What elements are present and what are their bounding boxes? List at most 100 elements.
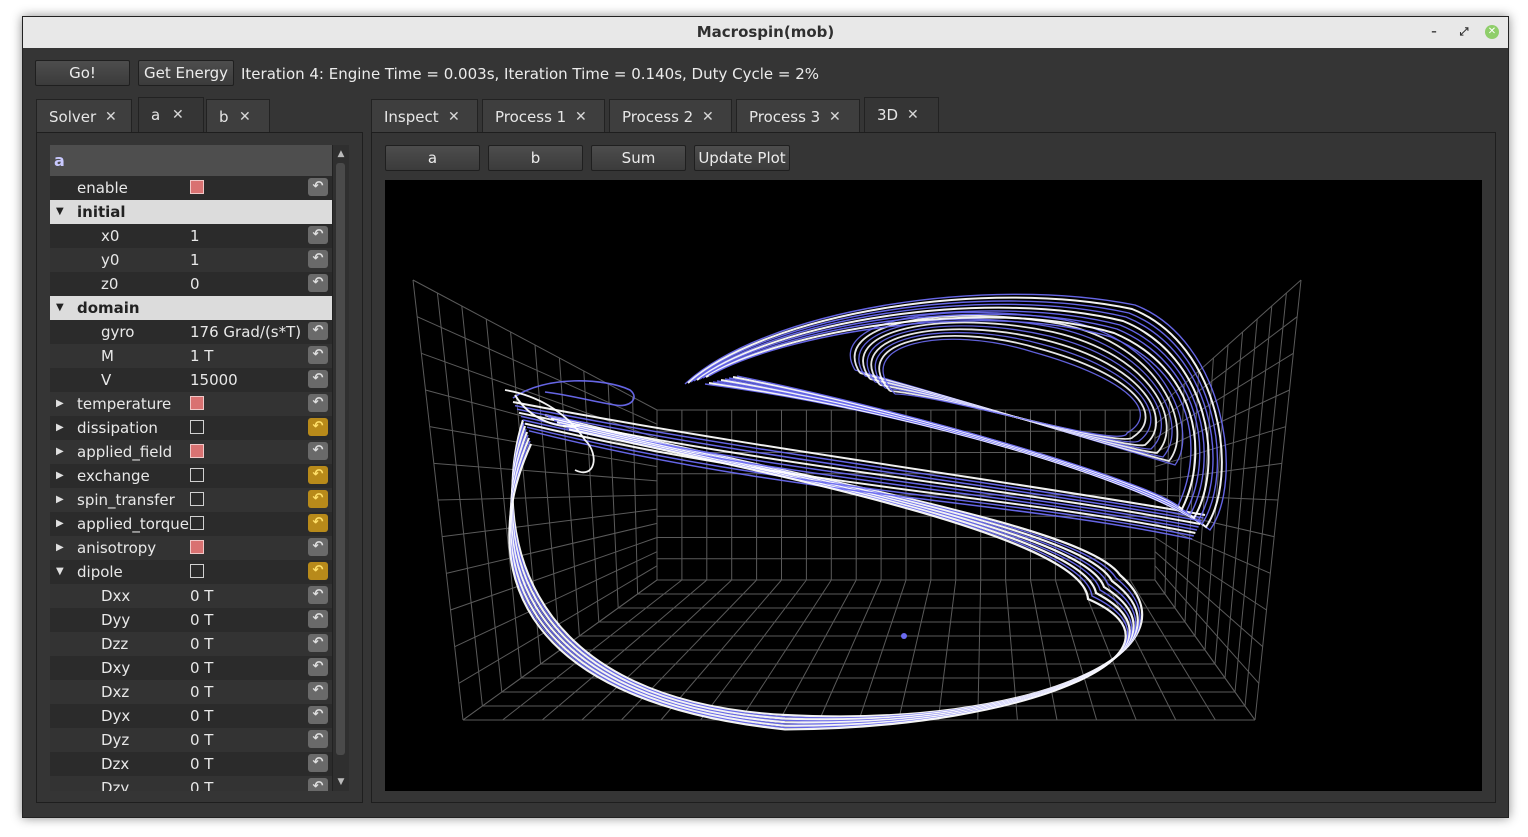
reset-icon[interactable]: ↶ [308,610,328,628]
reset-icon[interactable]: ↶ [308,322,328,340]
row-value[interactable]: 0 T [190,632,213,656]
tree-row-dzy[interactable]: Dzy 0 T ↶ [50,776,332,791]
reset-icon[interactable]: ↶ [308,250,328,268]
row-value[interactable]: 0 T [190,776,213,791]
reset-icon[interactable]: ↶ [308,538,328,556]
tree-row-x0[interactable]: x0 1 ↶ [50,224,332,248]
reset-icon[interactable]: ↶ [308,514,328,532]
tab-3d[interactable]: 3D ✕ [864,97,939,133]
collapse-arrow-icon[interactable]: ▼ [56,296,64,320]
3d-plot-canvas[interactable] [385,180,1482,791]
reset-icon[interactable]: ↶ [308,682,328,700]
close-tab-icon[interactable]: ✕ [702,100,714,134]
reset-icon[interactable]: ↶ [308,634,328,652]
tab-solver[interactable]: Solver ✕ [36,99,132,133]
expand-arrow-icon[interactable]: ▶ [56,392,64,416]
row-value[interactable]: 0 [190,272,200,296]
reset-icon[interactable]: ↶ [308,466,328,484]
tree-row-enable[interactable]: enable ↶ [50,176,332,200]
expand-arrow-icon[interactable]: ▶ [56,416,64,440]
tree-row-v[interactable]: V 15000 ↶ [50,368,332,392]
reset-icon[interactable]: ↶ [308,442,328,460]
scrollbar-thumb[interactable] [336,163,345,755]
go-button[interactable]: Go! [35,60,130,86]
reset-icon[interactable]: ↶ [308,394,328,412]
close-tab-icon[interactable]: ✕ [575,100,587,134]
dipole-checkbox[interactable] [190,564,204,578]
expand-arrow-icon[interactable]: ▶ [56,536,64,560]
row-value[interactable]: 0 T [190,608,213,632]
enable-checkbox[interactable] [190,180,204,194]
row-value[interactable]: 0 T [190,656,213,680]
tree-row-dzz[interactable]: Dzz 0 T ↶ [50,632,332,656]
sum-button[interactable]: Sum [591,145,686,171]
close-tab-icon[interactable]: ✕ [829,100,841,134]
tree-row-m[interactable]: M 1 T ↶ [50,344,332,368]
tab-b[interactable]: b ✕ [206,99,270,133]
plot-a-button[interactable]: a [385,145,480,171]
reset-icon[interactable]: ↶ [308,490,328,508]
tree-row-temperature[interactable]: ▶ temperature ↶ [50,392,332,416]
tab-process-3[interactable]: Process 3 ✕ [736,99,860,133]
row-value[interactable]: 176 Grad/(s*T) [190,320,301,344]
temperature-checkbox[interactable] [190,396,204,410]
tree-row-y0[interactable]: y0 1 ↶ [50,248,332,272]
row-value[interactable]: 0 T [190,584,213,608]
expand-arrow-icon[interactable]: ▶ [56,488,64,512]
row-value[interactable]: 1 [190,224,200,248]
reset-icon[interactable]: ↶ [308,586,328,604]
tree-row-dxx[interactable]: Dxx 0 T ↶ [50,584,332,608]
expand-arrow-icon[interactable]: ▶ [56,512,64,536]
tree-row-spin-transfer[interactable]: ▶ spin_transfer ↶ [50,488,332,512]
row-value[interactable]: 1 T [190,344,213,368]
reset-icon[interactable]: ↶ [308,370,328,388]
expand-arrow-icon[interactable]: ▶ [56,464,64,488]
tree-row-dxy[interactable]: Dxy 0 T ↶ [50,656,332,680]
tab-a[interactable]: a ✕ [138,97,204,133]
tree-row-dyx[interactable]: Dyx 0 T ↶ [50,704,332,728]
scroll-up-icon[interactable]: ▲ [333,147,349,161]
tree-row-exchange[interactable]: ▶ exchange ↶ [50,464,332,488]
row-value[interactable]: 15000 [190,368,238,392]
row-value[interactable]: 0 T [190,680,213,704]
get-energy-button[interactable]: Get Energy [138,60,234,86]
reset-icon[interactable]: ↶ [308,226,328,244]
reset-icon[interactable]: ↶ [308,778,328,791]
tab-inspect[interactable]: Inspect ✕ [371,99,478,133]
reset-icon[interactable]: ↶ [308,730,328,748]
reset-icon[interactable]: ↶ [308,754,328,772]
tree-group-initial[interactable]: ▼ initial [50,200,332,224]
close-tab-icon[interactable]: ✕ [239,100,251,134]
row-value[interactable]: 0 T [190,728,213,752]
close-icon[interactable]: ✕ [1485,25,1499,39]
applied-torque-checkbox[interactable] [190,516,204,530]
tree-row-gyro[interactable]: gyro 176 Grad/(s*T) ↶ [50,320,332,344]
anisotropy-checkbox[interactable] [190,540,204,554]
tree-scrollbar[interactable]: ▲ ▼ [332,145,349,791]
close-tab-icon[interactable]: ✕ [907,98,919,132]
reset-icon[interactable]: ↶ [308,418,328,436]
row-value[interactable]: 0 T [190,752,213,776]
spin-transfer-checkbox[interactable] [190,492,204,506]
row-value[interactable]: 0 T [190,704,213,728]
tree-row-anisotropy[interactable]: ▶ anisotropy ↶ [50,536,332,560]
tab-process-2[interactable]: Process 2 ✕ [609,99,732,133]
update-plot-button[interactable]: Update Plot [694,145,790,171]
tree-row-dyy[interactable]: Dyy 0 T ↶ [50,608,332,632]
tree-row-z0[interactable]: z0 0 ↶ [50,272,332,296]
close-tab-icon[interactable]: ✕ [105,100,117,134]
expand-arrow-icon[interactable]: ▶ [56,440,64,464]
reset-icon[interactable]: ↶ [308,274,328,292]
close-tab-icon[interactable]: ✕ [172,98,184,132]
tree-row-dzx[interactable]: Dzx 0 T ↶ [50,752,332,776]
collapse-arrow-icon[interactable]: ▼ [56,560,64,584]
collapse-arrow-icon[interactable]: ▼ [56,200,64,224]
row-value[interactable]: 1 [190,248,200,272]
scroll-down-icon[interactable]: ▼ [333,775,349,789]
tab-process-1[interactable]: Process 1 ✕ [482,99,605,133]
tree-row-dyz[interactable]: Dyz 0 T ↶ [50,728,332,752]
reset-icon[interactable]: ↶ [308,706,328,724]
plot-b-button[interactable]: b [488,145,583,171]
tree-group-domain[interactable]: ▼ domain [50,296,332,320]
tree-row-dipole[interactable]: ▼ dipole ↶ [50,560,332,584]
